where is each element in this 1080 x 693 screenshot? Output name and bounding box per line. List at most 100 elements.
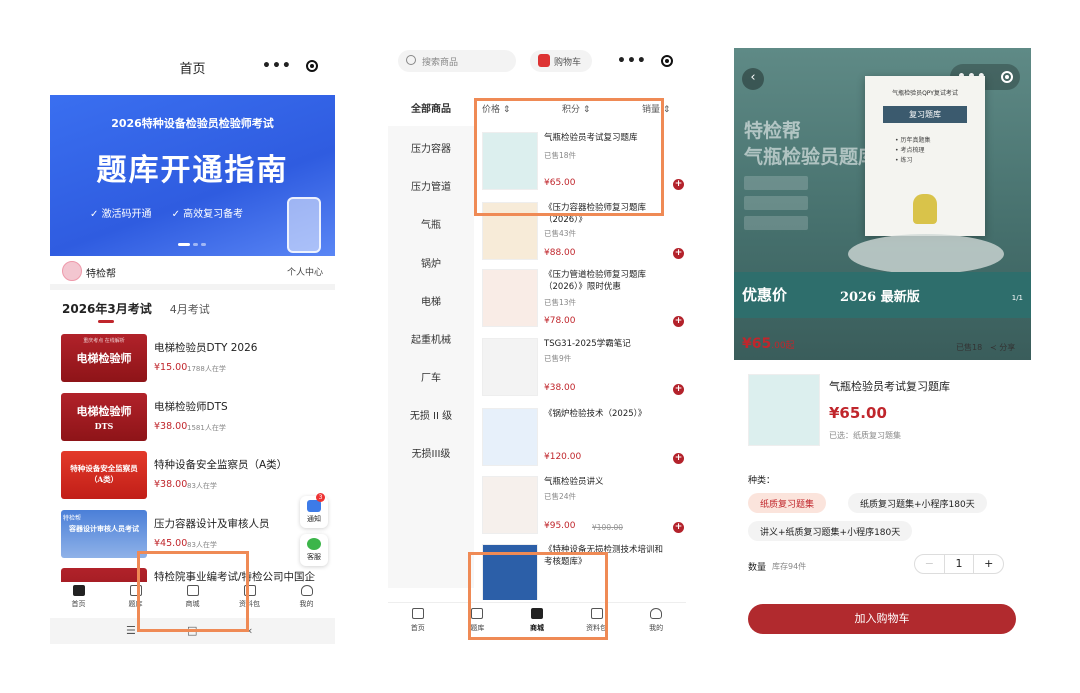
search-placeholder: 搜索商品 [422,58,459,68]
tab-me[interactable]: 我的 [626,603,686,638]
brand-row: 特检帮 个人中心 [50,258,335,284]
sku-image [748,374,820,446]
add-to-cart-icon[interactable]: + [673,316,684,327]
course-students: 1788人在学 [187,365,226,373]
close-target-icon[interactable] [1000,71,1013,83]
category-item[interactable]: 全部商品 [388,88,474,126]
product-image [482,476,538,534]
sku-selected: 已选：纸质复习题集 [829,431,901,440]
category-item[interactable]: 压力容器 [388,140,474,155]
share-button[interactable]: ≺ 分享 [990,342,1015,353]
category-item[interactable]: 电梯 [388,293,474,308]
user-icon [650,608,663,619]
add-to-cart-button[interactable]: 加入购物车 [748,604,1016,634]
home-icon [411,608,424,619]
brand-logo [62,261,82,281]
kind-label: 种类： [748,476,776,486]
banner-tags: 激活码开通 高效复习备考 [90,205,244,220]
mini-program-capsule[interactable]: ••• [255,53,325,79]
back-icon[interactable]: ‹ [742,68,764,90]
thumb-subtitle: 重庆考点 在线解析 [83,338,125,344]
user-center-link[interactable]: 个人中心 [287,265,323,278]
hero-tag [744,216,808,230]
plus-button[interactable]: + [973,555,1003,573]
quantity-label: 数量 [748,563,767,573]
category-item[interactable]: 厂车 [388,369,474,384]
course-price: ¥38.00 [154,479,188,490]
notify-button[interactable]: 通知 3 [300,493,328,528]
add-to-cart-icon[interactable]: + [673,453,684,464]
hero-tag [744,176,808,190]
category-item[interactable]: 无损III级 [388,445,474,460]
course-price: ¥38.00 [154,421,188,432]
course-title: 压力容器设计及审核人员 [154,518,270,530]
option-lecture-paper-app[interactable]: 讲义+纸质复习题集+小程序180天 [748,521,913,541]
wechat-icon [307,538,321,550]
mini-program-capsule[interactable]: ••• [610,48,680,74]
product-sold: 已售24件 [544,492,577,501]
more-icon[interactable]: ••• [262,58,292,74]
product-sold: 已售9件 [544,354,572,363]
tab-march-exam[interactable]: 2026年3月考试 [62,300,152,323]
product-price: ¥95.00 [544,521,576,531]
tab-home[interactable]: 首页 [388,603,448,638]
product-item[interactable]: TSG31-2025学霸笔记 已售9件 ¥38.00 + [482,338,684,404]
add-to-cart-icon[interactable]: + [673,522,684,533]
cart-icon [538,54,550,67]
book-line: • 考点梳理 [895,147,925,154]
stock-label: 库存94件 [772,562,807,571]
share-label: 分享 [999,343,1016,352]
product-item[interactable]: 气瓶检验员讲义 已售24件 ¥95.00 ¥100.00 + [482,476,684,542]
mascot-illustration [913,194,937,224]
product-item[interactable]: 《锅炉检验技术（2025）》 ¥120.00 + [482,408,684,474]
category-item[interactable]: 锅炉 [388,255,474,270]
home-icon [72,585,85,596]
tab-label: 我的 [649,624,664,632]
category-item[interactable]: 起重机械 [388,331,474,346]
course-item[interactable]: 电梯检验师 DTS 电梯检验师DTS ¥38.00 1581人在学 [61,393,331,443]
customer-service-button[interactable]: 客服 [300,534,328,566]
more-icon[interactable]: ••• [617,53,647,69]
book-series: 气瓶检验员QPY复试考试 [892,90,958,97]
product-item[interactable]: 《压力管道检验师复习题库（2026）》限时优惠 已售13件 ¥78.00 + [482,269,684,335]
hero-title-line: 特检帮 [744,120,802,142]
product-price: ¥78.00 [544,316,576,326]
course-thumbnail: 重庆考点 在线解析 电梯检验师 [61,334,147,382]
hero-title-line: 气瓶检验员题库 [744,146,878,168]
quantity-stepper[interactable]: − 1 + [914,554,1004,574]
sku-price: ¥65.00 [829,404,887,422]
tab-me[interactable]: 我的 [278,582,335,616]
cart-button[interactable]: 购物车 [530,50,592,72]
menu-nav-icon[interactable]: ☰ [126,624,136,637]
minus-button[interactable]: − [915,555,945,573]
notify-label: 通知 [307,515,321,523]
course-students: 83人在学 [187,482,217,490]
phone-product-detail-screen: ‹ ••• 特检帮 气瓶检验员题库 气瓶检验员QPY复试考试 复习题库 • 历年… [734,48,1031,644]
quantity-value[interactable]: 1 [945,555,974,573]
category-item[interactable]: 无损 II 级 [388,407,474,422]
course-students: 83人在学 [187,541,217,549]
tab-home[interactable]: 首页 [50,582,107,616]
course-item[interactable]: 特种设备安全监察员（A类） 特种设备安全监察员（A类） ¥38.00 83人在学 [61,451,331,501]
category-item[interactable]: 压力管道 [388,178,474,193]
add-to-cart-icon[interactable]: + [673,384,684,395]
tab-april-exam[interactable]: 4月考试 [170,300,210,317]
thumb-subtitle: DTS [94,421,114,431]
course-item[interactable]: 重庆考点 在线解析 电梯检验师 电梯检验员DTY 2026 ¥15.00 178… [61,334,331,384]
search-input[interactable]: 搜索商品 [398,50,516,72]
category-item[interactable]: 气瓶 [388,216,474,231]
course-title: 电梯检验员DTY 2026 [154,342,258,354]
close-target-icon[interactable] [305,60,318,72]
option-paper-plus-app[interactable]: 纸质复习题集+小程序180天 [848,493,987,513]
add-to-cart-icon[interactable]: + [673,248,684,259]
option-paper[interactable]: 纸质复习题集 [748,493,827,513]
sku-sheet: 气瓶检验员考试复习题库 ¥65.00 已选：纸质复习题集 种类： 纸质复习题集 … [734,360,1031,644]
close-target-icon[interactable] [660,55,673,67]
tab-label: 我的 [299,600,314,608]
hero-sold: 已售18 [956,343,983,352]
home-banner[interactable]: 2026特种设备检验员检验师考试 题库开通指南 激活码开通 高效复习备考 [50,95,335,256]
add-to-cart-icon[interactable]: + [673,179,684,190]
course-thumbnail: 特检帮 容器设计审核人员考试 [61,510,147,558]
product-sold: 已售13件 [544,298,577,307]
product-image [482,408,538,466]
